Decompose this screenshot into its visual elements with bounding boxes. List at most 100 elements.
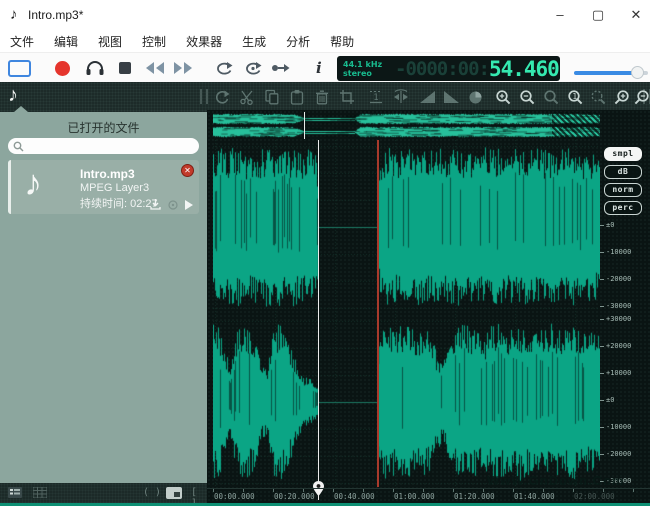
gain-icon[interactable] [466,88,484,106]
timeline-tick [543,489,544,492]
crop-icon[interactable] [338,88,356,106]
scale-label: ±0 [600,396,614,404]
timeline-tick [393,489,394,492]
app-icon: ♪ [10,6,18,23]
maximize-button[interactable]: ▢ [578,0,618,30]
menu-item-4[interactable]: 效果器 [176,30,232,53]
scale-label: -30000 [600,302,631,310]
vzoom-out-icon[interactable] [633,88,650,106]
grid-view-icon[interactable] [33,487,47,498]
timeline-label: 00:40.000 [334,492,375,501]
rewind-icon[interactable] [145,59,165,77]
minimize-button[interactable]: – [540,0,580,30]
zoom-icon[interactable] [542,88,560,106]
timeline-tick [273,489,274,492]
menu-item-0[interactable]: 文件 [0,30,44,53]
overview-playhead-tick [304,112,305,139]
timeline-tick [453,489,454,492]
status-bar: ( )[ ] [0,483,207,503]
stop-icon[interactable] [119,59,131,77]
scale-mode-buttons: smpl dB norm perc [604,147,648,219]
trash-icon[interactable] [313,88,331,106]
loop-icon[interactable] [215,59,233,77]
copy-icon[interactable] [263,88,281,106]
selection-params-icon[interactable]: ( ) [143,487,161,498]
file-actions [150,199,193,210]
scale-mode-dB[interactable]: dB [604,165,642,179]
redo-icon[interactable] [213,88,231,106]
scale-mode-perc[interactable]: perc [604,201,642,215]
paste-icon[interactable] [288,88,306,106]
forward-icon[interactable] [173,59,193,77]
file-tab-music-note-icon[interactable]: ♪ [8,84,18,107]
download-icon[interactable] [150,199,161,210]
playhead-line[interactable] [318,140,319,500]
waveform-canvas[interactable] [213,140,600,487]
svg-text:1: 1 [572,92,577,101]
file-card-indicator [8,160,11,214]
fade-in-icon[interactable] [418,88,436,106]
thumbnail-view-icon[interactable] [166,487,182,499]
toolbar-separator [200,89,208,104]
scale-label: -20000 [600,275,631,283]
title-bar: ♪ Intro.mp3* – ▢ ✕ [0,0,650,31]
svg-text:1: 1 [373,93,378,103]
volume-slider[interactable] [574,66,648,80]
zoom-selection-icon[interactable] [589,88,607,106]
timeline-ruler[interactable]: 00:00.00000:20.00000:40.00001:00.00001:2… [207,488,650,504]
info-icon[interactable]: i [316,59,322,77]
timeline-tick [213,489,214,492]
timeline-tick [423,489,424,492]
list-view-icon[interactable] [8,487,22,498]
loop-selection-icon[interactable] [392,88,410,106]
scale-label: -10000 [600,248,631,256]
cursor-marker-line[interactable] [377,140,379,487]
menu-item-5[interactable]: 生成 [232,30,276,53]
menu-item-7[interactable]: 帮助 [320,30,364,53]
zoom-out-icon[interactable] [518,88,536,106]
scale-label: +20000 [600,342,631,350]
loop-one-icon[interactable] [244,59,262,77]
file-card[interactable]: ♪ Intro.mp3 MPEG Layer3 持续时间: 02:27 ✕ [8,160,199,214]
monitor-icon[interactable] [85,59,105,77]
timeline-tick [603,489,604,492]
record-icon[interactable] [55,59,70,77]
close-button[interactable]: ✕ [616,0,650,30]
fade-out-icon[interactable] [442,88,460,106]
menu-item-3[interactable]: 控制 [132,30,176,53]
scale-label: -20000 [600,450,631,458]
zoom-one-icon[interactable]: 1 [566,88,584,106]
zoom-in-icon[interactable] [494,88,512,106]
menu-bar: 文件编辑视图控制效果器生成分析帮助 [0,30,650,52]
menu-item-6[interactable]: 分析 [276,30,320,53]
play-through-icon[interactable] [271,59,290,77]
timeline-tick [363,489,364,492]
volume-handle[interactable] [631,66,644,79]
scale-label: ±0 [600,221,614,229]
insert-silence-icon[interactable]: 1 [367,88,385,106]
scale-mode-smpl[interactable]: smpl [604,147,642,161]
menu-item-2[interactable]: 视图 [88,30,132,53]
search-icon [13,141,24,152]
timeline-label: 01:40.000 [514,492,555,501]
file-duration: 持续时间: 02:27 [80,195,158,211]
file-close-button[interactable]: ✕ [181,164,194,177]
selection-tool-icon[interactable] [8,59,31,77]
waveform-editor[interactable]: ±0-10000-20000-30000+30000+20000+10000±0… [207,110,650,503]
audio-editor-window: ♪ Intro.mp3* – ▢ ✕ 文件编辑视图控制效果器生成分析帮助 i 44… [0,0,650,506]
play-icon[interactable] [185,200,193,210]
scissors-icon[interactable] [238,88,256,106]
timeline-tick [513,489,514,492]
time-digits: 54.460 [489,57,559,81]
search-input[interactable] [8,138,199,154]
transport-toolbar: i 44.1 kHzstereo-0000:00:54.460 [0,52,650,83]
edit-toolbar: ♪ 1 1 [0,82,650,112]
overview-strip[interactable] [213,112,600,139]
timeline-label: 01:00.000 [394,492,435,501]
panel-title: 已打开的文件 [0,119,207,136]
vzoom-in-icon[interactable] [613,88,631,106]
scale-mode-norm[interactable]: norm [604,183,642,197]
menu-item-1[interactable]: 编辑 [44,30,88,53]
time-display: 44.1 kHzstereo-0000:00:54.460 [337,56,560,81]
timeline-tick [573,489,574,492]
